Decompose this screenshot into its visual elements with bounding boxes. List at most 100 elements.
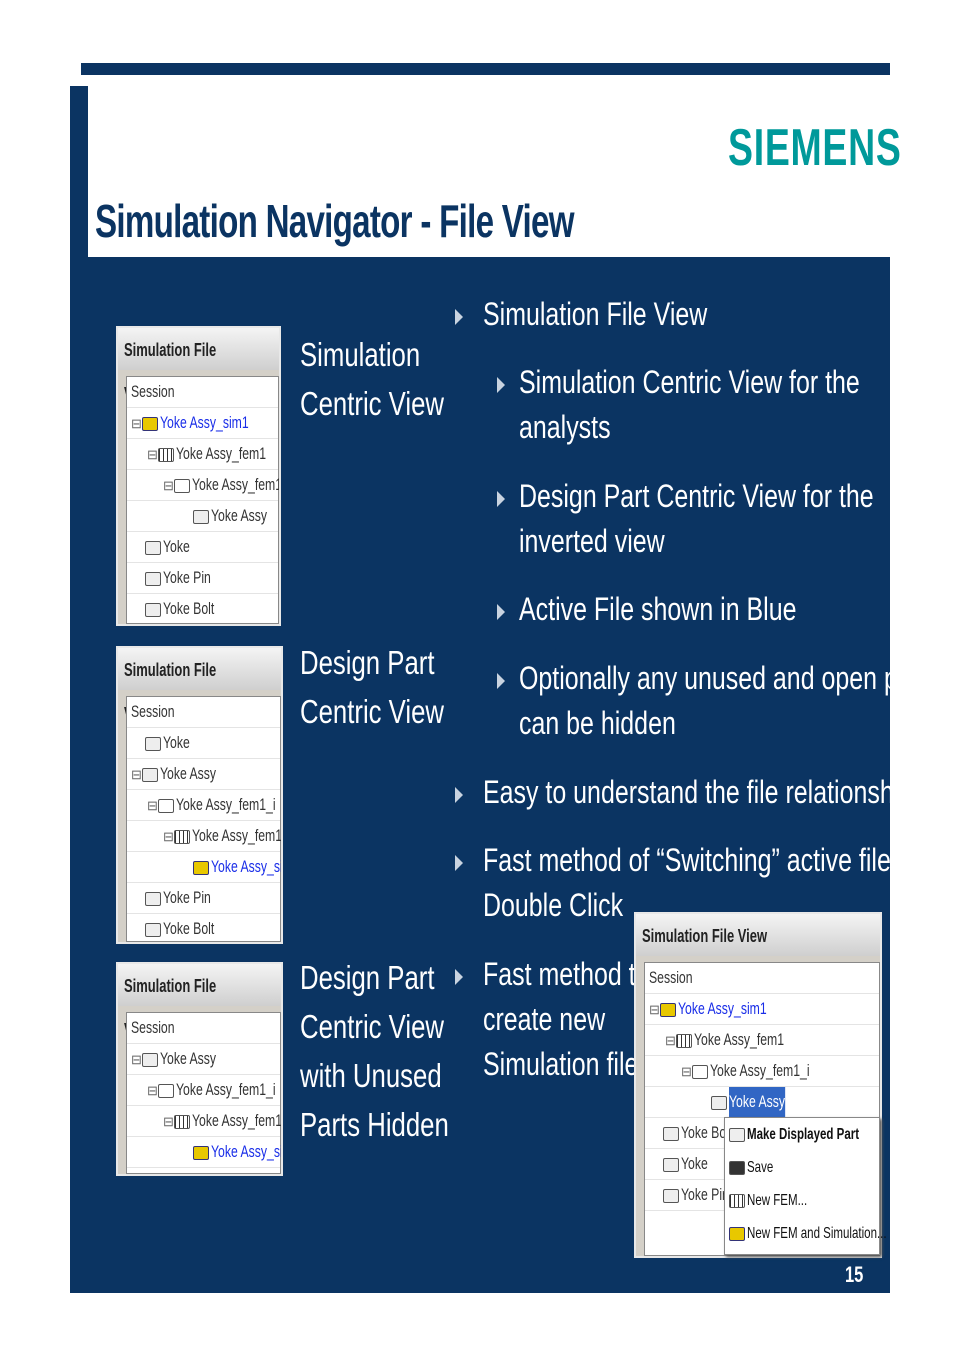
view-label: Centric View: [300, 385, 445, 422]
tree-item[interactable]: ⊟ Yoke Assy_fem1_i: [127, 790, 280, 821]
bullet-text: analysts: [519, 409, 611, 445]
make-displayed-part-icon: [729, 1127, 745, 1142]
context-menu-item[interactable]: New FEM and Simulation...: [725, 1217, 887, 1250]
fem-file-icon: [173, 829, 190, 844]
simulation-file-view-panel: Simulation File ViewSessionYoke⊟Yoke Ass…: [116, 646, 283, 944]
bullet-triangle-icon: [455, 855, 463, 871]
tree-item-label: Yoke Assy_fem1: [175, 444, 266, 463]
file-tree: Session ⊟ Yoke Assy ⊟ Yoke Assy_fem1_i ⊟ Yoke …: [126, 1012, 281, 1174]
new-fem-simulation-icon: [729, 1226, 745, 1241]
tree-item-label: Yoke Assy_fem1_i: [175, 1080, 276, 1099]
tree-item[interactable]: Yoke Assy_sim1: [127, 1137, 283, 1168]
tree-item[interactable]: ⊟ Yoke Assy_fem1: [645, 1025, 879, 1056]
expand-toggle-icon[interactable]: ⊟: [147, 798, 158, 813]
page-number: 15: [845, 1262, 864, 1287]
tree-item-label: Yoke Assy_fem1: [191, 1111, 282, 1130]
bullet-triangle-icon: [455, 787, 463, 803]
tree-item-label: Yoke Assy: [159, 1049, 216, 1068]
expand-toggle-icon[interactable]: ⊟: [163, 478, 174, 493]
tree-item[interactable]: Yoke Assy: [127, 501, 278, 532]
page-title: Simulation Navigator - File View: [95, 195, 574, 247]
siemens-logo: SIEMENS: [728, 119, 902, 177]
bullet-triangle-icon: [497, 491, 505, 507]
expand-toggle-icon[interactable]: ⊟: [147, 1083, 158, 1098]
view-label: Design Part: [300, 644, 435, 681]
tree-item[interactable]: ⊟ Yoke Assy_fem1: [127, 1106, 282, 1137]
context-menu-item[interactable]: New FEM...: [725, 1184, 879, 1217]
context-menu-item[interactable]: Save: [725, 1151, 879, 1184]
tree-header-session: Session: [127, 377, 278, 408]
tree-item[interactable]: ⊟ Yoke Assy_sim1: [645, 994, 879, 1025]
tree-item[interactable]: Yoke Pin: [127, 563, 278, 594]
tree-item[interactable]: Yoke: [127, 532, 278, 563]
bullet-text: Simulation files: [483, 1046, 651, 1082]
view-label: Parts Hidden: [300, 1106, 449, 1143]
bullet-text: Fast method of “Switching” active file -: [483, 842, 907, 878]
expand-toggle-icon[interactable]: ⊟: [131, 767, 142, 782]
file-tree: Session Yoke ⊟ Yoke Assy ⊟ Yoke Assy_fem1_i ⊟ Y…: [126, 696, 281, 942]
tree-item[interactable]: Yoke Bolt: [127, 594, 278, 624]
tree-item[interactable]: ⊟ Yoke Assy_fem1: [127, 439, 278, 470]
tree-item[interactable]: Yoke Assy_sim1: [127, 852, 283, 883]
expand-toggle-icon[interactable]: ⊟: [649, 1002, 660, 1017]
expand-toggle-icon[interactable]: ⊟: [163, 829, 174, 844]
simulation-file-icon: [193, 1145, 209, 1160]
tree-item-label: Yoke Bolt: [163, 919, 215, 938]
bullet-text: Optionally any unused and open parts: [519, 660, 940, 696]
expand-toggle-icon[interactable]: ⊟: [163, 1114, 174, 1129]
menu-item-label: New FEM...: [747, 1192, 808, 1209]
tree-item[interactable]: ⊟ Yoke Assy: [127, 759, 280, 790]
tree-item[interactable]: ⊟ Yoke Assy_fem1_i: [127, 1075, 280, 1106]
bullet-triangle-icon: [497, 673, 505, 689]
simulation-file-view-panel: Simulation File ViewSession⊟Yoke Assy_si…: [116, 326, 281, 626]
tree-header-session: Session: [645, 963, 879, 994]
idealized-part-icon: [691, 1064, 708, 1079]
expand-toggle-icon[interactable]: ⊟: [131, 416, 142, 431]
bullet-text: Fast method to: [483, 956, 650, 992]
part-icon: [663, 1188, 679, 1203]
bullet-text: Design Part Centric View for the: [519, 478, 874, 514]
tree-item[interactable]: Yoke: [127, 728, 280, 759]
fem-file-icon: [675, 1033, 692, 1048]
bullet-text: create new: [483, 1001, 606, 1037]
menu-item-label: Make Displayed Part: [747, 1126, 860, 1143]
view-label: with Unused: [300, 1057, 442, 1094]
tree-item[interactable]: ⊟ Yoke Assy_fem1_i: [645, 1056, 879, 1087]
panel-title: Simulation File View: [118, 964, 281, 1040]
tree-item-label: Yoke Pin: [681, 1185, 729, 1204]
tree-item-label: Session: [131, 382, 175, 401]
part-icon: [141, 767, 158, 782]
tree-item[interactable]: ⊟ Yoke Assy: [127, 1044, 280, 1075]
view-label: Centric View: [300, 693, 445, 730]
tree-item-label: Yoke Pin: [163, 888, 211, 907]
expand-toggle-icon[interactable]: ⊟: [131, 1052, 142, 1067]
fem-file-icon: [157, 447, 174, 462]
tree-item[interactable]: ⊟ Yoke Assy_fem1_i: [127, 470, 279, 501]
tree-item-label: Yoke Assy_sim1: [211, 1142, 283, 1161]
tree-item-label: Yoke Assy_sim1: [211, 857, 283, 876]
tree-item-label: Yoke Assy_sim1: [677, 999, 767, 1018]
expand-toggle-icon[interactable]: ⊟: [681, 1064, 692, 1079]
tree-item[interactable]: ⊟ Yoke Assy_sim1: [127, 408, 278, 439]
context-menu-item[interactable]: Make Displayed Part: [725, 1118, 879, 1151]
idealized-part-icon: [173, 478, 190, 493]
save-icon: [729, 1160, 745, 1175]
bullet-text: inverted view: [519, 523, 665, 559]
expand-toggle-icon[interactable]: ⊟: [147, 447, 158, 462]
bullet-triangle-icon: [455, 969, 463, 985]
tree-item[interactable]: ⊟ Yoke Assy_fem1: [127, 821, 281, 852]
tree-header-session: Session: [127, 1013, 280, 1044]
idealized-part-icon: [157, 798, 174, 813]
tree-item[interactable]: Yoke Pin: [127, 883, 280, 914]
view-label: Design Part: [300, 959, 435, 996]
tree-item-label: Yoke Assy_fem1: [693, 1030, 784, 1049]
simulation-file-view-panel: Simulation File ViewSession⊟Yoke Assy⊟Yo…: [116, 962, 283, 1176]
panel-title: Simulation File View: [636, 914, 880, 956]
simulation-file-icon: [193, 860, 209, 875]
tree-item[interactable]: Yoke Bolt: [127, 914, 280, 942]
part-icon: [193, 509, 209, 524]
tree-item[interactable]: Yoke Assy: [645, 1087, 879, 1118]
tree-item-label: Yoke: [163, 733, 190, 752]
expand-toggle-icon[interactable]: ⊟: [665, 1033, 676, 1048]
bullet-text: Simulation File View: [483, 296, 708, 332]
